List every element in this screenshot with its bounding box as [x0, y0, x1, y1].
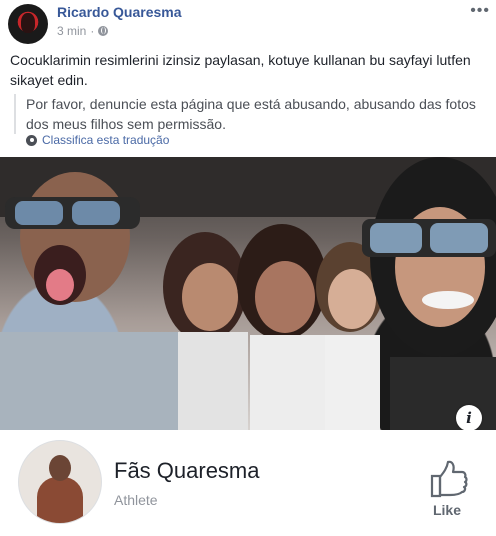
author-name[interactable]: Ricardo Quaresma [57, 4, 182, 20]
page-card: Fãs Quaresma Athlete Like [0, 430, 496, 536]
photo-illustration [0, 157, 496, 430]
globe-icon [98, 26, 109, 36]
like-label: Like [432, 502, 461, 518]
gear-icon [26, 134, 37, 146]
page-name[interactable]: Fãs Quaresma [114, 458, 260, 484]
post-text: Cocuklarimin resimlerini izinsiz paylasa… [10, 52, 471, 88]
thumbs-up-icon [430, 460, 468, 498]
post-translation: Por favor, denuncie esta página que está… [14, 94, 496, 134]
post-meta: 3 min · [57, 24, 109, 38]
page-category: Athlete [114, 492, 158, 508]
like-button[interactable]: Like [420, 458, 474, 524]
info-icon[interactable]: i [456, 405, 482, 431]
rate-translation-label: Classifica esta tradução [42, 133, 170, 147]
rate-translation-link[interactable]: Classifica esta tradução [26, 133, 169, 147]
author-avatar[interactable] [8, 4, 48, 44]
post-header: Ricardo Quaresma 3 min · ••• [0, 0, 496, 46]
post-timestamp[interactable]: 3 min [57, 24, 86, 38]
more-icon[interactable]: ••• [470, 2, 490, 20]
page-avatar[interactable] [18, 440, 102, 524]
post-photo[interactable] [0, 157, 496, 430]
